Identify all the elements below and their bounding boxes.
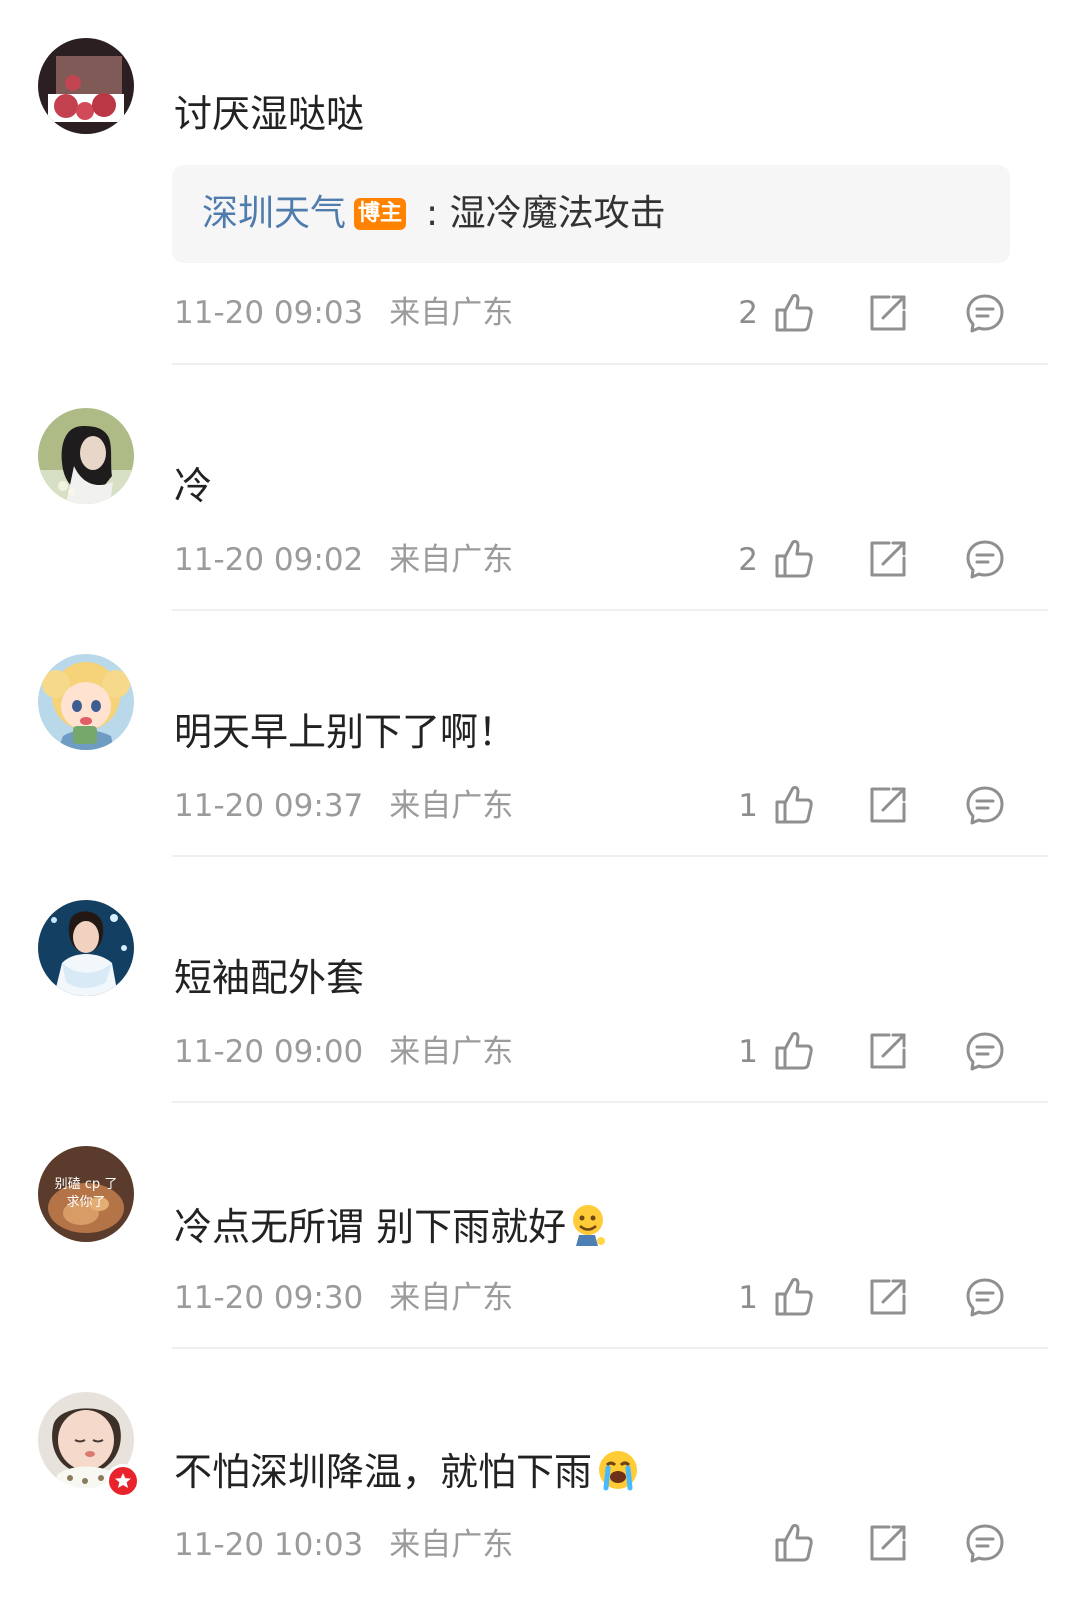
- comment-item[interactable]: 讨厌湿哒哒 深圳天气 博主 : 湿冷魔法攻击 11-20 09:03 来自广东 2: [0, 0, 1080, 365]
- like-count: 1: [738, 1280, 758, 1316]
- divider: [172, 855, 1048, 857]
- comment-meta: 11-20 09:00 来自广东: [174, 1032, 513, 1072]
- reply-user-link[interactable]: 深圳天气: [202, 192, 346, 236]
- avatar-caption-line-1: 别磕 cp 了: [55, 1176, 118, 1192]
- comment-location: 来自广东: [389, 295, 514, 331]
- comment-text: 冷: [174, 464, 213, 508]
- comment-time: 11-20 09:37: [174, 788, 364, 824]
- like-count: 2: [738, 542, 758, 578]
- comment-text-content: 不怕深圳降温，就怕下雨: [174, 1450, 593, 1494]
- blogger-badge: 博主: [354, 198, 407, 230]
- thumbs-up-icon[interactable]: [773, 784, 815, 826]
- share-icon[interactable]: [867, 1030, 909, 1072]
- comment-meta: 11-20 10:03 来自广东: [174, 1525, 513, 1565]
- divider: [172, 1101, 1048, 1103]
- comment-meta: 11-20 09:02 来自广东: [174, 540, 513, 580]
- comment-item[interactable]: 冷 11-20 09:02 来自广东 2: [0, 370, 1080, 615]
- thumbs-up-icon[interactable]: [773, 292, 815, 334]
- comment-location: 来自广东: [389, 1527, 514, 1563]
- avatar[interactable]: [38, 654, 134, 750]
- comment-item[interactable]: 短袖配外套 11-20 09:00 来自广东 1: [0, 862, 1080, 1107]
- comment-location: 来自广东: [389, 788, 514, 824]
- comment-location: 来自广东: [389, 1034, 514, 1070]
- comment-meta: 11-20 09:03 来自广东: [174, 293, 513, 333]
- comment-time: 11-20 09:00: [174, 1034, 364, 1070]
- share-icon[interactable]: [867, 1522, 909, 1564]
- comment-text: 明天早上别下了啊！: [174, 710, 517, 754]
- comment-icon[interactable]: [964, 1522, 1006, 1564]
- sweat-smile-emoji-icon: [570, 1202, 608, 1257]
- crying-face-emoji-icon: [596, 1448, 640, 1501]
- comment-text: 冷点无所谓 别下雨就好: [174, 1202, 608, 1257]
- comment-text-content: 冷点无所谓 别下雨就好: [174, 1205, 567, 1249]
- share-icon[interactable]: [867, 1276, 909, 1318]
- comment-icon[interactable]: [964, 1030, 1006, 1072]
- comment-icon[interactable]: [964, 538, 1006, 580]
- thumbs-up-icon[interactable]: [773, 1276, 815, 1318]
- divider: [172, 363, 1048, 365]
- avatar[interactable]: [38, 900, 134, 996]
- avatar[interactable]: 别磕 cp 了 求你了: [38, 1146, 134, 1242]
- share-icon[interactable]: [867, 292, 909, 334]
- comment-text: 讨厌湿哒哒: [174, 92, 365, 136]
- comment-location: 来自广东: [389, 1280, 514, 1316]
- comment-time: 11-20 09:30: [174, 1280, 364, 1316]
- comment-time: 11-20 09:02: [174, 542, 364, 578]
- thumbs-up-icon[interactable]: [773, 1522, 815, 1564]
- comment-time: 11-20 09:03: [174, 295, 364, 331]
- comment-text: 短袖配外套: [174, 956, 365, 1000]
- comment-icon[interactable]: [964, 1276, 1006, 1318]
- avatar[interactable]: [38, 38, 134, 134]
- avatar[interactable]: [38, 408, 134, 504]
- verified-badge-icon: [106, 1464, 140, 1498]
- comment-icon[interactable]: [964, 784, 1006, 826]
- comment-list: 讨厌湿哒哒 深圳天气 博主 : 湿冷魔法攻击 11-20 09:03 来自广东 2: [0, 0, 1080, 1618]
- divider: [172, 1347, 1048, 1349]
- comment-item[interactable]: 明天早上别下了啊！ 11-20 09:37 来自广东 1: [0, 616, 1080, 861]
- reply-box[interactable]: 深圳天气 博主 : 湿冷魔法攻击: [172, 165, 1010, 263]
- reply-text: : 湿冷魔法攻击: [426, 193, 666, 234]
- thumbs-up-icon[interactable]: [773, 538, 815, 580]
- comment-meta: 11-20 09:30 来自广东: [174, 1278, 513, 1318]
- comment-text: 不怕深圳降温，就怕下雨: [174, 1448, 640, 1501]
- divider: [172, 609, 1048, 611]
- like-count: 2: [738, 295, 758, 331]
- comment-location: 来自广东: [389, 542, 514, 578]
- comment-item[interactable]: 不怕深圳降温，就怕下雨 11-20 10:03 来自广东: [0, 1354, 1080, 1618]
- share-icon[interactable]: [867, 538, 909, 580]
- avatar-caption-line-2: 求你了: [66, 1195, 105, 1210]
- comment-item[interactable]: 别磕 cp 了 求你了 冷点无所谓 别下雨就好 11-20 09:30 来自广东 …: [0, 1108, 1080, 1353]
- thumbs-up-icon[interactable]: [773, 1030, 815, 1072]
- comment-icon[interactable]: [964, 292, 1006, 334]
- comment-time: 11-20 10:03: [174, 1527, 364, 1563]
- share-icon[interactable]: [867, 784, 909, 826]
- comment-meta: 11-20 09:37 来自广东: [174, 786, 513, 826]
- like-count: 1: [738, 788, 758, 824]
- like-count: 1: [738, 1034, 758, 1070]
